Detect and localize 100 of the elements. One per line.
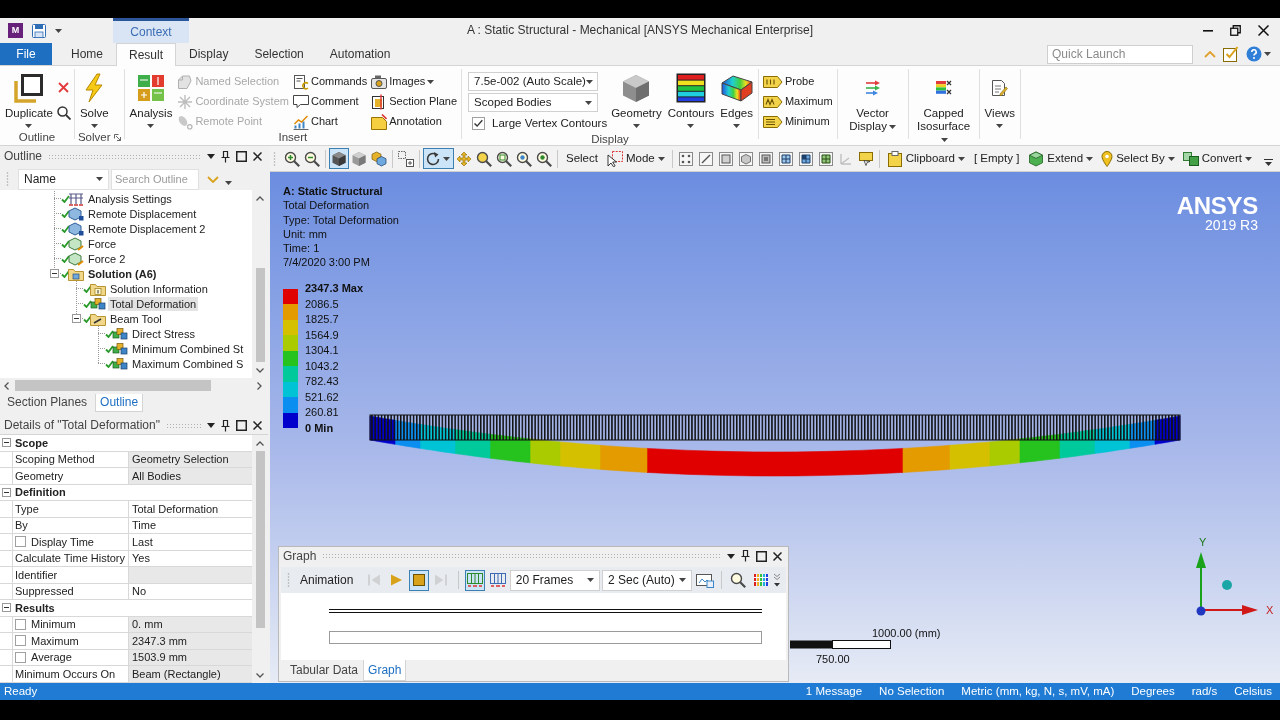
toolbar-button[interactable] (396, 148, 416, 169)
scroll-right-icon[interactable] (257, 381, 262, 390)
app-logo[interactable]: M (8, 23, 23, 38)
minimize-icon[interactable] (1203, 29, 1213, 32)
collapse-toggle-icon[interactable] (1, 487, 11, 497)
ribbon-command[interactable]: Commands (291, 72, 369, 91)
save-icon[interactable] (32, 23, 46, 38)
scroll-down-icon[interactable] (256, 672, 264, 678)
restore-icon[interactable] (1230, 25, 1241, 36)
toolbar-menu-button[interactable]: Clipboard (882, 148, 969, 169)
toolbar-menu-button[interactable]: Mode (602, 148, 669, 169)
ribbon-button[interactable]: Solve (77, 69, 111, 131)
ribbon-button[interactable]: Capped Isosurface (911, 69, 976, 146)
dropdown-select[interactable]: 2 Sec (Auto) (602, 569, 693, 591)
ribbon-command[interactable]: Probe (761, 72, 834, 91)
property-value[interactable]: Time (129, 517, 252, 533)
pin-icon[interactable] (221, 419, 230, 432)
maximize-icon[interactable] (236, 151, 247, 162)
tree-item[interactable]: Remote Displacement (86, 206, 199, 221)
tree-item[interactable]: Remote Displacement 2 (86, 221, 208, 236)
toolbar-button[interactable]: [ Empty ] (969, 148, 1025, 169)
grip-icon[interactable] (273, 150, 276, 167)
quick-launch-field[interactable]: Quick Launch (1047, 44, 1193, 64)
help-icon[interactable] (1246, 46, 1262, 62)
ribbon-tab[interactable]: File (0, 43, 52, 65)
scrollbar-thumb[interactable] (255, 268, 265, 362)
toolbar-menu-button[interactable]: Extend (1024, 148, 1098, 169)
ribbon-command[interactable]: Images (370, 72, 459, 91)
scroll-up-icon[interactable] (256, 195, 264, 201)
property-value[interactable]: No (129, 583, 252, 599)
caret-icon[interactable] (207, 423, 215, 428)
ribbon-button[interactable]: Duplicate (3, 69, 55, 131)
toolbar-button[interactable] (423, 148, 454, 169)
scroll-up-icon[interactable] (256, 440, 264, 446)
collapse-toggle-icon[interactable] (1, 603, 11, 613)
close-icon[interactable] (1258, 25, 1269, 36)
close-icon[interactable] (253, 152, 262, 161)
tree-item[interactable]: Solution (A6) (86, 266, 159, 281)
ribbon-button[interactable]: Edges (718, 69, 755, 131)
tree-item[interactable]: Minimum Combined St (130, 341, 246, 356)
tree-item[interactable]: Force 2 (86, 251, 128, 266)
ribbon-tab[interactable]: Automation (316, 43, 404, 65)
expander-icon[interactable] (50, 269, 59, 278)
parameter-checkbox[interactable] (15, 635, 26, 647)
ribbon-tab[interactable]: Home (58, 43, 116, 65)
caret-icon[interactable] (225, 181, 232, 185)
toolbar-menu-button[interactable]: Select By (1097, 148, 1179, 169)
pin-icon[interactable] (741, 550, 750, 562)
delete-icon[interactable] (58, 82, 70, 93)
panel-tab[interactable]: Graph (363, 660, 407, 681)
grip-icon[interactable] (6, 171, 9, 187)
property-value[interactable]: All Bodies (129, 468, 252, 484)
toolbar-button[interactable]: Select (561, 148, 603, 169)
parameter-checkbox[interactable] (15, 651, 26, 663)
ribbon-tab[interactable]: Selection (241, 43, 317, 65)
caret-icon[interactable] (207, 154, 215, 159)
property-value[interactable]: 2347.3 mm (129, 633, 252, 649)
property-value[interactable]: Yes (129, 550, 252, 566)
property-value[interactable]: Beam (Rectangle) (129, 666, 252, 682)
property-value[interactable]: Last (129, 534, 252, 550)
ribbon-button[interactable]: Vector Display (840, 69, 905, 133)
maximize-icon[interactable] (756, 550, 767, 562)
overflow-icon[interactable] (1264, 158, 1274, 167)
scrollbar-thumb[interactable] (15, 380, 211, 391)
tree-item[interactable]: Beam Tool (108, 311, 164, 326)
pin-icon[interactable] (221, 150, 230, 163)
ribbon-command[interactable]: Section Plane (370, 92, 459, 111)
parameter-checkbox[interactable] (15, 618, 26, 630)
expander-icon[interactable] (72, 314, 81, 323)
collapse-toggle-icon[interactable] (1, 438, 11, 448)
checkbox[interactable] (472, 117, 486, 130)
ribbon-button[interactable]: Analysis (127, 69, 175, 131)
caret-icon[interactable] (1264, 52, 1271, 56)
toolbar-button[interactable] (369, 148, 389, 169)
panel-tab[interactable]: Tabular Data (285, 660, 364, 681)
ribbon-button[interactable]: Contours (665, 69, 717, 131)
corner-arrow-icon[interactable] (113, 134, 121, 142)
tick-box-icon[interactable] (1223, 46, 1239, 62)
scroll-down-icon[interactable] (256, 367, 264, 373)
ribbon-tab[interactable]: Display (176, 43, 242, 65)
dropdown-select[interactable]: Scoped Bodies (468, 93, 599, 112)
filter-select[interactable]: Name (18, 168, 109, 190)
grip-icon[interactable] (287, 572, 290, 588)
caret-icon[interactable] (55, 28, 62, 33)
tree-item[interactable]: Maximum Combined S (130, 356, 246, 371)
ribbon-command[interactable]: Chart (291, 112, 369, 131)
property-value[interactable]: Total Deformation (129, 501, 252, 517)
close-icon[interactable] (773, 551, 782, 561)
tree-item[interactable]: Analysis Settings (86, 191, 174, 206)
toolbar-menu-button[interactable]: Convert (1178, 148, 1257, 169)
tree-item[interactable]: Direct Stress (130, 326, 197, 341)
search-icon[interactable] (56, 106, 71, 120)
scrollbar-thumb[interactable] (255, 451, 265, 628)
dropdown-select[interactable]: 20 Frames (509, 569, 601, 591)
parameter-checkbox[interactable] (15, 536, 26, 548)
ribbon-command[interactable]: Comment (291, 92, 369, 111)
axis-triad[interactable] (1195, 552, 1259, 618)
panel-tab[interactable]: Outline (95, 394, 144, 412)
close-icon[interactable] (253, 421, 262, 430)
ribbon-button[interactable]: Views (982, 69, 1018, 131)
